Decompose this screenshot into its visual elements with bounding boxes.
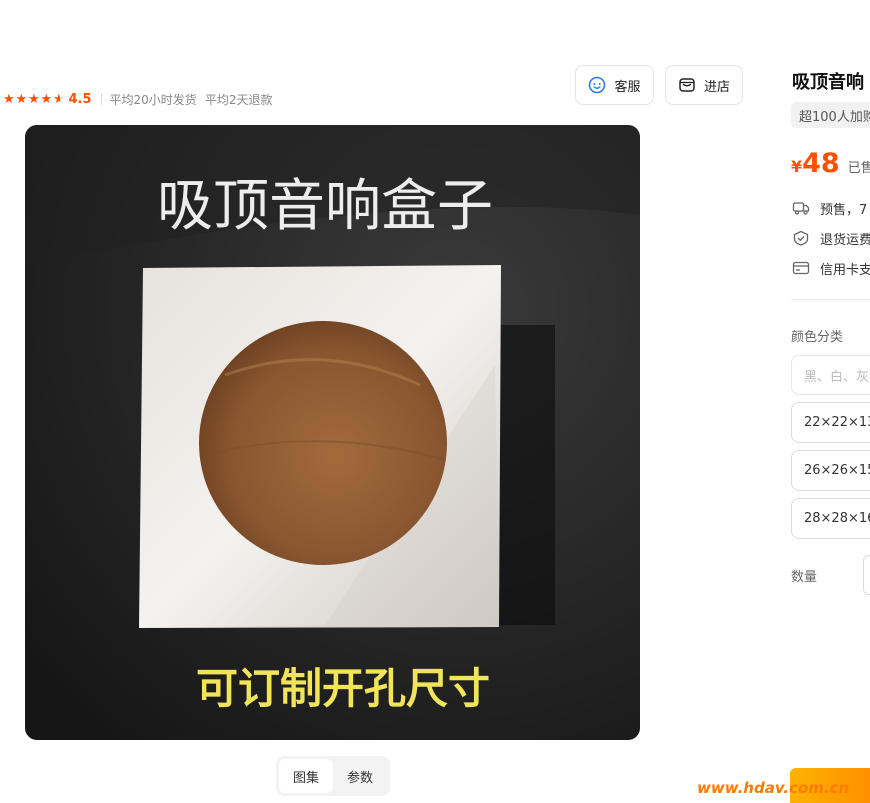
refund-time: 平均2天退款	[204, 92, 273, 107]
quantity-stepper[interactable]	[863, 555, 870, 595]
chat-smile-icon	[588, 76, 606, 94]
size-option[interactable]: 22×22×13	[791, 402, 870, 443]
section-divider	[791, 299, 870, 300]
rating-stars: ★ ★ ★ ★ ★	[3, 93, 66, 106]
star-icon: ★	[15, 91, 28, 107]
presale-row: 预售，7	[792, 198, 867, 218]
watermark-text: www.hdav.com.cn	[697, 779, 850, 797]
gallery-tab-bar: 图集 参数	[276, 756, 390, 796]
returns-row: 退货运费	[792, 228, 870, 248]
enter-store-label: 进店	[703, 79, 730, 95]
store-icon	[678, 76, 696, 94]
presale-text: 预售，7	[820, 202, 868, 218]
color-label: 颜色分类	[791, 330, 844, 345]
tab-gallery[interactable]: 图集	[279, 759, 333, 793]
quantity-label: 数量	[791, 570, 818, 585]
color-search-input[interactable]: 黑、白、灰	[791, 355, 870, 395]
credit-row: 信用卡支	[792, 258, 870, 278]
cart-count-badge: 超100人加购	[791, 102, 870, 128]
currency-symbol: ¥	[791, 157, 803, 176]
size-option[interactable]: 26×26×15	[791, 450, 870, 491]
image-caption: 可订制开孔尺寸	[196, 664, 490, 713]
product-title: 吸顶音响	[792, 72, 864, 93]
credit-text: 信用卡支	[820, 262, 870, 278]
rating-value: 4.5	[68, 91, 92, 107]
truck-icon	[792, 200, 810, 216]
credit-card-icon	[792, 260, 810, 276]
return-shipping-icon	[792, 230, 810, 246]
rating-row: ★ ★ ★ ★ ★ 4.5 平均20小时发货 平均2天退款	[0, 89, 272, 109]
size-option[interactable]: 28×28×16	[791, 498, 870, 539]
customer-service-button[interactable]: 客服	[575, 65, 654, 105]
ship-time: 平均20小时发货	[109, 92, 197, 107]
product-photo: 吸顶音响盒子 可订制开孔尺寸	[25, 125, 640, 740]
tab-params[interactable]: 参数	[333, 759, 387, 793]
star-icon: ★	[3, 91, 15, 107]
half-star-icon: ★	[53, 91, 65, 107]
product-main-image[interactable]: 吸顶音响盒子 可订制开孔尺寸	[25, 125, 640, 740]
sold-label: 已售	[847, 161, 870, 176]
enter-store-button[interactable]: 进店	[665, 65, 743, 105]
customer-service-label: 客服	[614, 79, 641, 95]
star-icon: ★	[28, 91, 40, 107]
returns-text: 退货运费	[820, 232, 870, 248]
image-headline: 吸顶音响盒子	[157, 174, 493, 239]
star-icon: ★	[40, 91, 53, 107]
price: ¥ 48 已售	[791, 148, 870, 179]
divider	[100, 93, 102, 105]
price-value: 48	[802, 148, 840, 179]
